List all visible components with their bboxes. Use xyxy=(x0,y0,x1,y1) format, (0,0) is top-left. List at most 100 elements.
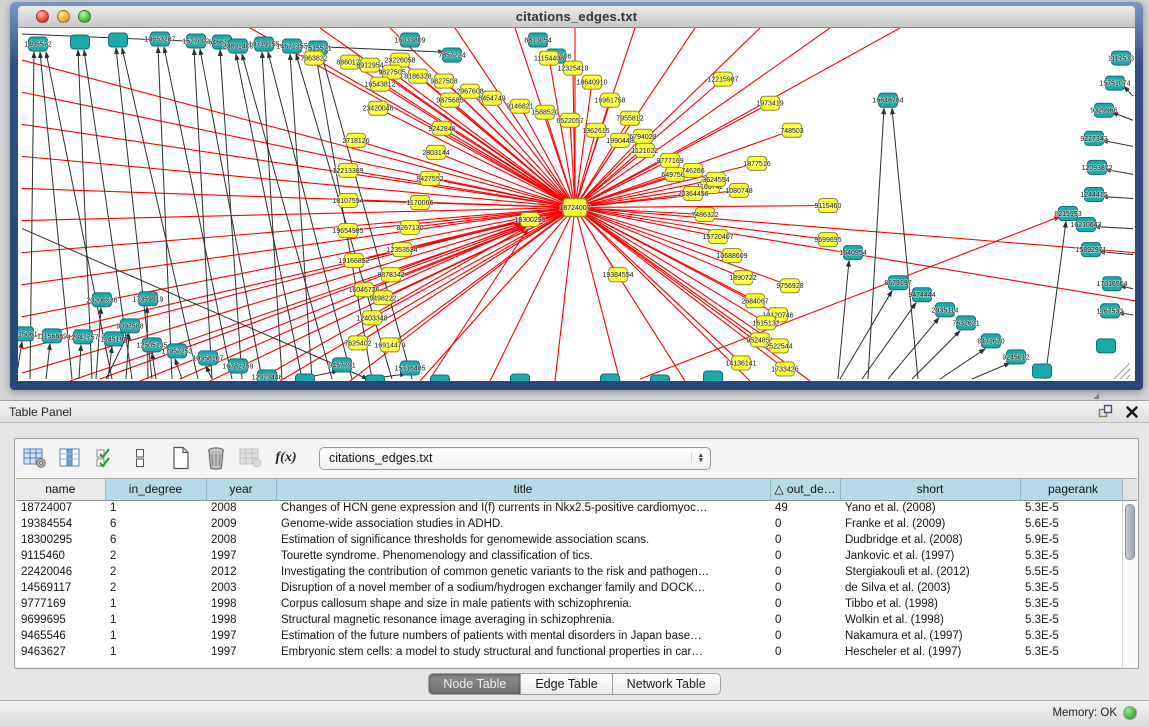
teal-node[interactable] xyxy=(296,374,315,381)
tab-network-table[interactable]: Network Table xyxy=(613,673,721,695)
table-row[interactable]: 2242004622012Investigating the contribut… xyxy=(16,564,1126,580)
teal-node[interactable]: 1117533 xyxy=(1108,51,1134,65)
teal-node[interactable]: 14671355 xyxy=(276,39,307,53)
teal-node[interactable] xyxy=(71,35,90,49)
table-row[interactable]: 1938455462009Genome-wide association stu… xyxy=(16,516,1126,532)
yellow-node[interactable]: 748503 xyxy=(780,123,803,137)
teal-node[interactable]: 16648784 xyxy=(872,93,903,107)
yellow-node[interactable]: 14136141 xyxy=(725,356,756,370)
column-header-name[interactable]: name xyxy=(16,479,105,500)
teal-node[interactable]: 9245012 xyxy=(1002,350,1029,364)
table-row[interactable]: 1872400712008Changes of HCN gene express… xyxy=(16,500,1126,516)
teal-node[interactable] xyxy=(1033,364,1052,378)
teal-node[interactable]: 20206536 xyxy=(86,293,117,307)
yellow-node[interactable]: 9875685 xyxy=(436,93,463,107)
yellow-node[interactable]: 1877516 xyxy=(743,156,770,170)
yellow-node[interactable]: 7486322 xyxy=(691,208,718,222)
yellow-node[interactable]: 18724007 xyxy=(559,198,590,216)
teal-node[interactable]: 11156869 xyxy=(37,329,67,343)
column-header-title[interactable]: title xyxy=(276,479,770,500)
tab-edge-table[interactable]: Edge Table xyxy=(521,673,612,695)
yellow-node[interactable]: 7963822 xyxy=(300,51,327,65)
canvas-resize-grip[interactable] xyxy=(1120,369,1130,379)
teal-node[interactable] xyxy=(704,371,723,381)
yellow-node[interactable]: 2803144 xyxy=(422,145,449,159)
table-row[interactable]: 911546021997Tourette syndrome. Phenomeno… xyxy=(16,548,1126,564)
yellow-node[interactable]: 19384554 xyxy=(602,268,633,282)
network-window-titlebar[interactable]: citations_edges.txt xyxy=(18,6,1135,28)
yellow-node[interactable]: 16961758 xyxy=(594,93,625,107)
table-row[interactable]: 1456911722003Disruption of a novel membe… xyxy=(16,580,1126,596)
teal-node[interactable]: 1167533 xyxy=(1097,304,1124,318)
teal-node[interactable]: 9457791 xyxy=(328,358,355,372)
teal-node[interactable]: 8813054 xyxy=(524,33,551,47)
rows-icon[interactable] xyxy=(128,446,152,470)
yellow-node[interactable]: 6794028 xyxy=(629,129,656,143)
teal-node[interactable]: 9227343 xyxy=(1080,131,1107,145)
yellow-node[interactable]: 7625402 xyxy=(344,336,371,350)
yellow-node[interactable]: 7955812 xyxy=(616,111,643,125)
canvas-resize-grip[interactable] xyxy=(1126,375,1130,379)
teal-node[interactable]: 1527002 xyxy=(182,34,209,48)
yellow-node[interactable]: 18640910 xyxy=(576,75,607,89)
teal-node[interactable]: 16033809 xyxy=(394,33,425,47)
yellow-node[interactable]: 1588520 xyxy=(531,105,558,119)
tab-node-table[interactable]: Node Table xyxy=(428,673,521,695)
yellow-node[interactable]: 9498222 xyxy=(369,291,396,305)
yellow-node[interactable]: 1080748 xyxy=(725,183,752,197)
yellow-node[interactable]: 9699695 xyxy=(814,233,841,247)
network-graph[interactable]: 1405572106532871527002646616220891406107… xyxy=(18,28,1135,381)
yellow-node[interactable]: 2684067 xyxy=(741,294,768,308)
yellow-node[interactable]: 8454749 xyxy=(478,91,505,105)
teal-node[interactable]: 15716485 xyxy=(394,361,425,375)
teal-node[interactable]: 17016504 xyxy=(1096,277,1127,291)
yellow-node[interactable]: 9777169 xyxy=(656,153,683,167)
teal-node[interactable]: 1244415 xyxy=(1080,187,1107,201)
teal-node[interactable] xyxy=(431,375,450,381)
yellow-node[interactable]: 9756928 xyxy=(776,279,803,293)
yellow-node[interactable]: 1362615 xyxy=(582,123,609,137)
delete-table-trash-icon[interactable] xyxy=(204,446,228,470)
teal-node[interactable] xyxy=(1097,339,1116,353)
teal-node[interactable]: 1145194 xyxy=(101,332,128,346)
column-header-out_de[interactable]: △ out_de… xyxy=(770,479,840,500)
table-row[interactable]: 1830029562008Estimation of significance … xyxy=(16,532,1126,548)
column-selection-icon[interactable] xyxy=(58,446,82,470)
teal-node[interactable]: 7857224 xyxy=(438,48,465,62)
teal-node[interactable]: 10653287 xyxy=(144,32,175,46)
yellow-node[interactable]: 746266 xyxy=(681,163,704,177)
teal-node[interactable]: 12093872 xyxy=(1081,160,1112,174)
table-row[interactable]: 969969511998Structural magnetic resonanc… xyxy=(16,612,1126,628)
teal-node[interactable]: 8471670 xyxy=(977,334,1004,348)
table-settings-icon[interactable] xyxy=(23,446,47,470)
column-header-in_degree[interactable]: in_degree xyxy=(105,479,206,500)
yellow-node[interactable]: 1733426 xyxy=(771,362,798,376)
table-row[interactable]: 946554611997Estimation of the future num… xyxy=(16,628,1126,644)
new-document-icon[interactable] xyxy=(169,446,193,470)
teal-node[interactable]: 10958107 xyxy=(192,351,223,365)
yellow-node[interactable]: 9115460 xyxy=(815,198,842,212)
yellow-node[interactable]: 19166852 xyxy=(338,254,369,268)
yellow-node[interactable]: 8186328 xyxy=(404,69,431,83)
teal-node[interactable] xyxy=(601,374,620,381)
column-header-pagerank[interactable]: pagerank xyxy=(1020,479,1126,500)
teal-node[interactable]: 15892971 xyxy=(1075,243,1106,257)
yellow-node[interactable]: 1890722 xyxy=(729,271,756,285)
yellow-node[interactable]: 6522057 xyxy=(556,113,583,127)
teal-node[interactable] xyxy=(109,33,128,47)
yellow-node[interactable]: 8878342 xyxy=(377,268,404,282)
yellow-node[interactable]: 8267130 xyxy=(396,221,423,235)
splitter-grip-icon[interactable]: ◢ xyxy=(1093,392,1103,400)
teal-node[interactable] xyxy=(651,375,670,381)
close-panel-icon[interactable] xyxy=(1125,405,1139,424)
teal-node[interactable] xyxy=(366,375,385,381)
network-canvas[interactable]: 1405572106532871527002646616220891406107… xyxy=(18,28,1135,381)
teal-node[interactable]: 9097588 xyxy=(116,319,143,333)
yellow-node[interactable]: 9827508 xyxy=(430,74,457,88)
teal-node[interactable]: 8679197 xyxy=(884,276,911,290)
yellow-node[interactable]: 9146821 xyxy=(506,99,533,113)
yellow-node[interactable]: 8427552 xyxy=(416,171,443,185)
teal-node[interactable]: 12042757 xyxy=(67,330,98,344)
yellow-node[interactable]: 1973419 xyxy=(756,96,783,110)
teal-node[interactable]: 9474444 xyxy=(908,288,935,302)
